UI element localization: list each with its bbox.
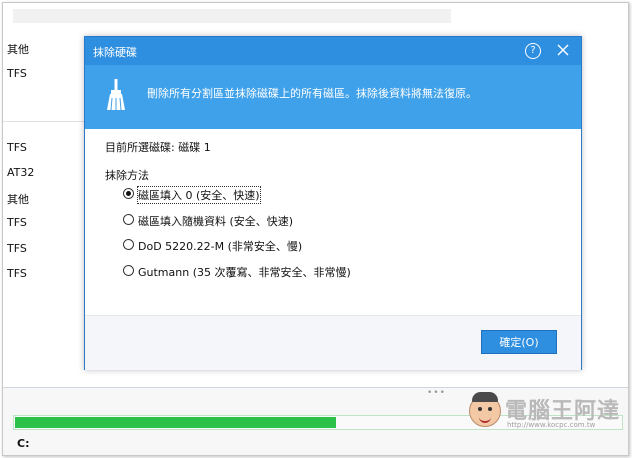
dialog-footer: 確定(O)	[85, 315, 581, 370]
wipe-method-label-text: Gutmann (35 次覆寫、非常安全、非常慢)	[138, 266, 351, 279]
wipe-method-label: 抹除方法	[105, 169, 149, 182]
splitter-handle[interactable]: •••	[427, 388, 446, 398]
partition-type-cell[interactable]: TFS	[7, 67, 27, 80]
partition-type-cell[interactable]: TFS	[7, 216, 27, 229]
radio-button[interactable]	[123, 239, 134, 250]
mascot-face-icon	[469, 392, 501, 427]
dialog-title-bar[interactable]: 抹除硬碟 ?	[85, 37, 581, 65]
watermark-url: http://www.kocpc.com.tw	[507, 421, 596, 429]
divider	[3, 121, 93, 122]
banner-warning-text: 刪除所有分割區並抹除磁碟上的所有磁區。抹除後資料將無法復原。	[147, 87, 477, 100]
disk-usage-fill	[15, 417, 336, 428]
close-icon[interactable]	[553, 40, 573, 60]
ok-button[interactable]: 確定(O)	[481, 330, 557, 354]
wipe-method-label-text: 磁區填入 0 (安全、快速)	[137, 186, 261, 204]
radio-button[interactable]	[123, 214, 134, 225]
partition-type-cell[interactable]: 其他	[7, 41, 29, 57]
dialog-title: 抹除硬碟	[93, 46, 137, 59]
selected-disk-text: 目前所選磁碟: 磁碟 1	[105, 141, 211, 154]
drive-label: C:	[17, 437, 30, 450]
dialog-banner: 刪除所有分割區並抹除磁碟上的所有磁區。抹除後資料將無法復原。	[85, 65, 581, 129]
radio-button[interactable]	[123, 265, 134, 276]
help-icon[interactable]: ?	[525, 43, 541, 59]
watermark-logo: 電腦王阿達 http://www.kocpc.com.tw	[465, 391, 627, 433]
wipe-disk-dialog: 抹除硬碟 ? 刪除所有分割區並抹除磁碟上的所有磁區。抹除後資料將無法復原。 目前…	[84, 36, 582, 370]
wipe-method-label-text: 磁區填入隨機資料 (安全、快速)	[138, 215, 294, 228]
partition-type-cell[interactable]: 其他	[7, 191, 29, 207]
broom-icon	[105, 79, 127, 114]
partition-type-cell[interactable]: AT32	[7, 166, 34, 179]
partition-type-cell[interactable]: TFS	[7, 141, 27, 154]
radio-button[interactable]	[123, 188, 134, 199]
partition-type-cell[interactable]: TFS	[7, 267, 27, 280]
partition-type-cell[interactable]: TFS	[7, 242, 27, 255]
wipe-method-label-text: DoD 5220.22-M (非常安全、慢)	[138, 240, 303, 253]
background-toolbar	[13, 9, 451, 23]
